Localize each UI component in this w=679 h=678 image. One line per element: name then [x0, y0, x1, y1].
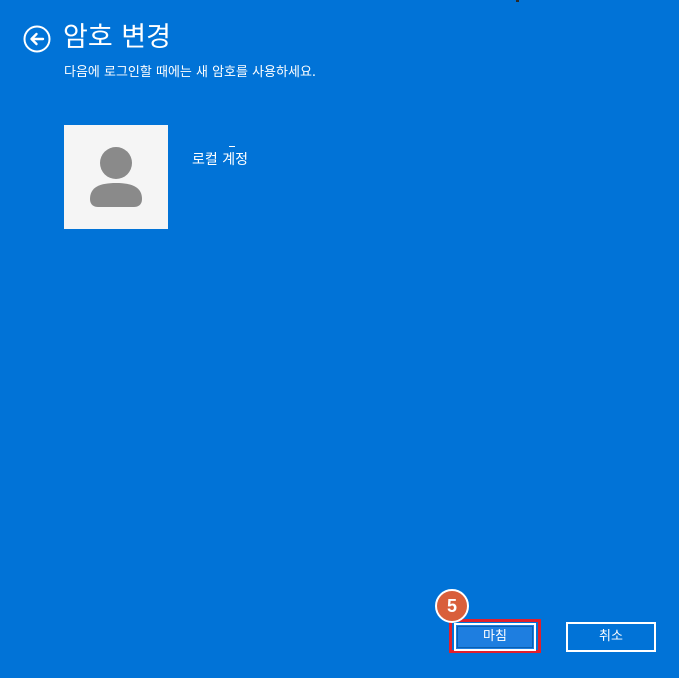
page-title: 암호 변경: [63, 22, 171, 53]
page-subtitle: 다음에 로그인할 때에는 새 암호를 사용하세요.: [64, 65, 317, 80]
finish-button[interactable]: 마침: [454, 623, 536, 651]
avatar: [64, 125, 168, 229]
user-avatar-icon: [90, 147, 142, 207]
back-button[interactable]: [23, 25, 51, 53]
back-arrow-icon: [23, 25, 51, 53]
window-edge-mark: [516, 0, 519, 2]
step-badge: 5: [435, 589, 469, 623]
account-name: 로컬 계정: [192, 152, 248, 168]
change-password-page: 암호 변경 다음에 로그인할 때에는 새 암호를 사용하세요. 로컬 계정 마침…: [0, 0, 679, 678]
cancel-button[interactable]: 취소: [566, 622, 656, 652]
text-artifact: [229, 146, 235, 147]
